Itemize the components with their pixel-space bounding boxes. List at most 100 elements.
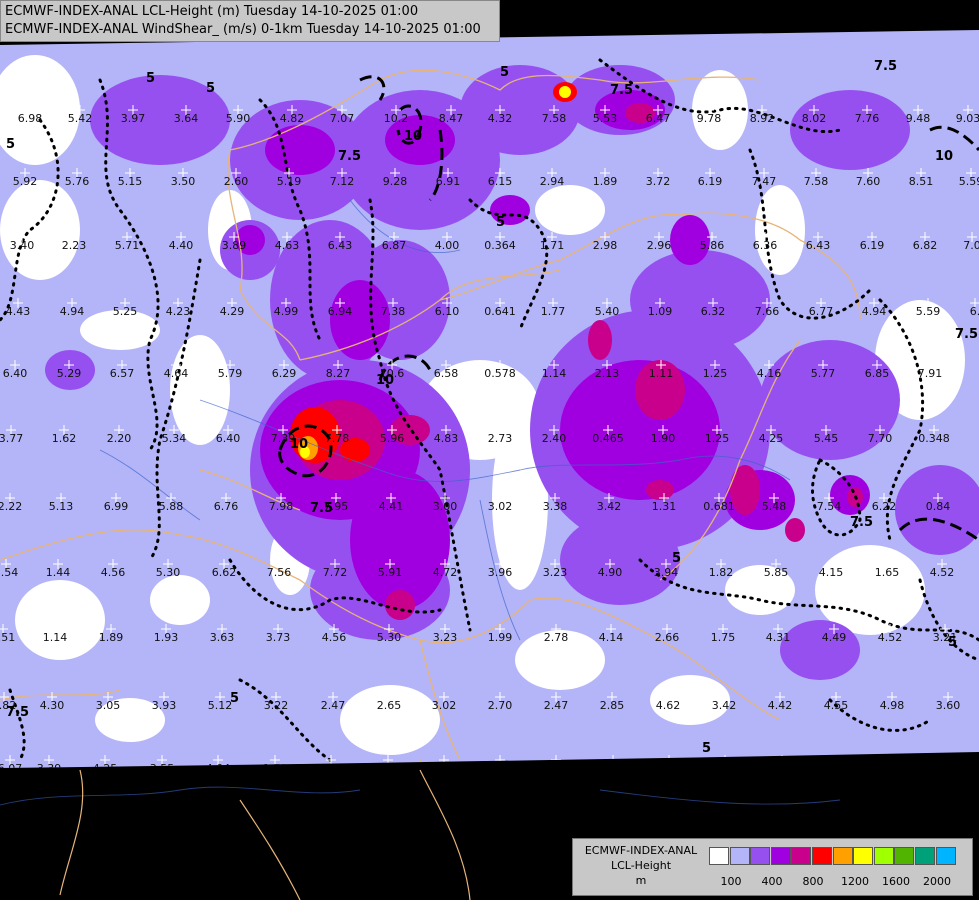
legend-swatch bbox=[770, 847, 791, 865]
windshear-value-label: 2.70 bbox=[488, 699, 513, 712]
windshear-value-label: 5.59 bbox=[916, 305, 941, 318]
windshear-value-label: 8.51 bbox=[909, 175, 934, 188]
contour-label: 5 bbox=[206, 81, 215, 96]
windshear-value-label: 9.48 bbox=[906, 112, 931, 125]
windshear-value-label: 3.23 bbox=[433, 631, 458, 644]
windshear-value-label: 5.96 bbox=[380, 432, 405, 445]
windshear-value-label: 2.94 bbox=[540, 175, 565, 188]
windshear-value-label: 3.51 bbox=[0, 631, 15, 644]
windshear-value-label: 2.73 bbox=[488, 432, 513, 445]
legend-tick-label: 400 bbox=[761, 875, 783, 888]
windshear-value-label: 10.2 bbox=[384, 112, 409, 125]
windshear-value-label: 4.14 bbox=[599, 631, 624, 644]
windshear-value-label: 9.03 bbox=[956, 112, 979, 125]
windshear-value-label: 7.91 bbox=[918, 367, 943, 380]
windshear-value-label: 0.641 bbox=[484, 305, 516, 318]
windshear-value-label: 7.98 bbox=[269, 500, 294, 513]
windshear-value-label: 1.14 bbox=[43, 631, 68, 644]
windshear-value-label: 8.92 bbox=[750, 112, 775, 125]
map-title-box: ECMWF-INDEX-ANAL LCL-Height (m) Tuesday … bbox=[0, 0, 500, 42]
windshear-value-label: 4.31 bbox=[766, 631, 791, 644]
windshear-value-label: 5.45 bbox=[814, 432, 839, 445]
windshear-value-label: 9.28 bbox=[383, 175, 408, 188]
windshear-value-label: 5.42 bbox=[68, 112, 93, 125]
windshear-value-label: 0.465 bbox=[592, 432, 624, 445]
windshear-value-label: 6.22 bbox=[872, 500, 897, 513]
windshear-value-label: 8.02 bbox=[802, 112, 827, 125]
windshear-value-label: 5.86 bbox=[700, 239, 725, 252]
windshear-value-label: 1.71 bbox=[540, 239, 565, 252]
windshear-value-label: 6.87 bbox=[382, 239, 407, 252]
windshear-value-label: 4.49 bbox=[822, 631, 847, 644]
windshear-value-label: 5.48 bbox=[762, 500, 787, 513]
windshear-value-label: 6.15 bbox=[488, 175, 513, 188]
title-line-lcl-height: ECMWF-INDEX-ANAL LCL-Height (m) Tuesday … bbox=[5, 4, 419, 19]
windshear-value-label: 1.77 bbox=[541, 305, 566, 318]
windshear-value-label: 6.99 bbox=[104, 500, 129, 513]
windshear-value-label: 6.58 bbox=[434, 367, 459, 380]
contour-label: 5 bbox=[672, 551, 681, 566]
windshear-value-label: 7.12 bbox=[330, 175, 355, 188]
windshear-value-label: 3.50 bbox=[171, 175, 196, 188]
windshear-value-label: 5.85 bbox=[764, 566, 789, 579]
contour-label: 7.5 bbox=[850, 515, 873, 530]
windshear-value-label: 2.65 bbox=[377, 699, 402, 712]
contour-label: 7.5 bbox=[874, 59, 897, 74]
windshear-value-label: 5.29 bbox=[57, 367, 82, 380]
legend-tick-label: 2000 bbox=[923, 875, 951, 888]
legend-swatch bbox=[729, 847, 750, 865]
windshear-value-label: 7.58 bbox=[804, 175, 829, 188]
windshear-value-label: 4.99 bbox=[274, 305, 299, 318]
windshear-value-label: 5.71 bbox=[115, 239, 140, 252]
windshear-value-label: 8.27 bbox=[326, 367, 351, 380]
contour-label: 7.5 bbox=[310, 501, 333, 516]
windshear-value-label: 6.19 bbox=[698, 175, 723, 188]
windshear-value-label: 0.84 bbox=[926, 500, 951, 513]
windshear-value-label: 4.63 bbox=[275, 239, 300, 252]
contour-label: 5 bbox=[146, 71, 155, 86]
windshear-value-label: 3.94 bbox=[654, 566, 679, 579]
windshear-value-label: 3.23 bbox=[543, 566, 568, 579]
windshear-value-label: 5.25 bbox=[113, 305, 138, 318]
windshear-value-label: 3.00 bbox=[433, 500, 458, 513]
windshear-value-label: 7.70 bbox=[868, 432, 893, 445]
windshear-value-label: 0.348 bbox=[918, 432, 950, 445]
windshear-value-label: 7.78 bbox=[325, 432, 350, 445]
windshear-value-label: 1.44 bbox=[46, 566, 71, 579]
windshear-value-label: 7.54 bbox=[817, 500, 842, 513]
windshear-value-label: 1.11 bbox=[649, 367, 674, 380]
windshear-value-label: 1.89 bbox=[593, 175, 618, 188]
windshear-value-label: 5.19 bbox=[277, 175, 302, 188]
windshear-value-label: 6.91 bbox=[436, 175, 461, 188]
windshear-value-label: 3.38 bbox=[543, 500, 568, 513]
windshear-value-label: 1.93 bbox=[154, 631, 179, 644]
windshear-value-label: 4.94 bbox=[60, 305, 85, 318]
windshear-value-label: 5.40 bbox=[595, 305, 620, 318]
windshear-value-label: 5.34 bbox=[162, 432, 187, 445]
contour-label: 7.5 bbox=[610, 83, 633, 98]
windshear-value-label: 3.40 bbox=[10, 239, 35, 252]
contour-label: 7.5 bbox=[6, 705, 29, 720]
windshear-value-label: 1.54 bbox=[0, 566, 18, 579]
windshear-value-label: 3.42 bbox=[597, 500, 622, 513]
windshear-value-label: 6.40 bbox=[3, 367, 28, 380]
windshear-value-label: 6.76 bbox=[214, 500, 239, 513]
windshear-value-label: 4.64 bbox=[164, 367, 189, 380]
windshear-value-label: 7.47 bbox=[752, 175, 777, 188]
legend-swatch bbox=[915, 847, 935, 865]
windshear-value-label: 6. bbox=[970, 305, 979, 318]
windshear-value-label: 3.42 bbox=[712, 699, 737, 712]
contour-label: 5 bbox=[6, 137, 15, 152]
windshear-value-label: 6.43 bbox=[328, 239, 353, 252]
windshear-value-label: 4.72 bbox=[433, 566, 458, 579]
windshear-value-label: 7.38 bbox=[381, 305, 406, 318]
windshear-value-label: 2.96 bbox=[647, 239, 672, 252]
windshear-value-label: 4.52 bbox=[878, 631, 903, 644]
legend-title-field: LCL-Height bbox=[610, 859, 672, 872]
windshear-value-label: 3.89 bbox=[222, 239, 247, 252]
windshear-value-label: 4.30 bbox=[40, 699, 65, 712]
windshear-value-label: 6.43 bbox=[806, 239, 831, 252]
windshear-value-label: 1.25 bbox=[703, 367, 728, 380]
windshear-value-label: 1.14 bbox=[542, 367, 567, 380]
windshear-value-label: 4.94 bbox=[862, 305, 887, 318]
